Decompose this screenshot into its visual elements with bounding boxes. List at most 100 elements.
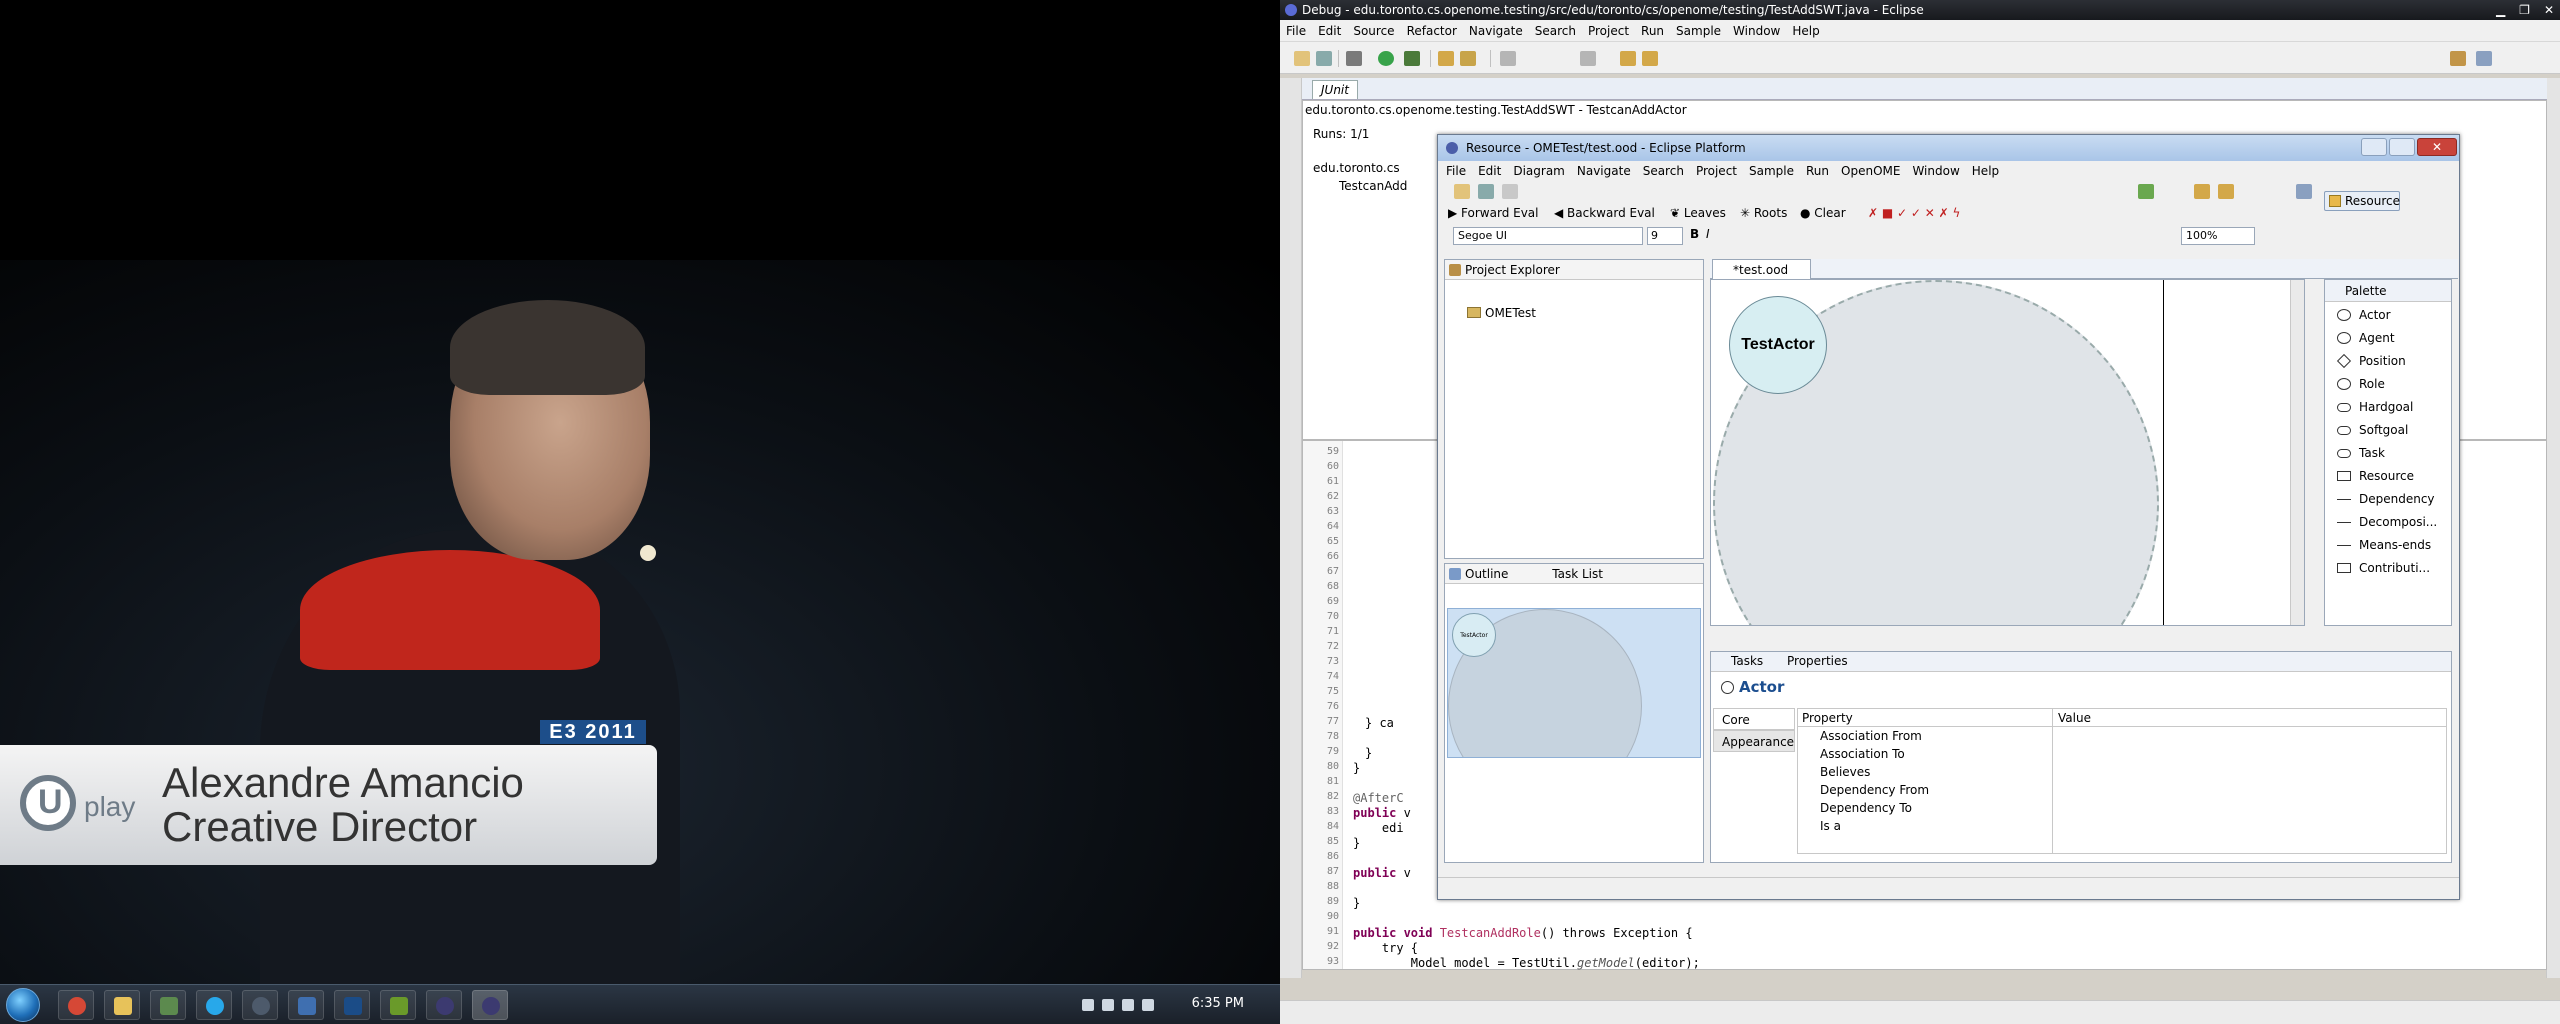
menu-file[interactable]: File (1286, 24, 1306, 38)
menu-project[interactable]: Project (1696, 164, 1737, 178)
eclipse-icon[interactable] (426, 990, 462, 1020)
minimize-icon[interactable]: ▁ (2496, 0, 2505, 20)
menu-edit[interactable]: Edit (1318, 24, 1341, 38)
palette-item-position[interactable]: Position (2325, 350, 2435, 372)
tab-junit[interactable]: JUnit (1312, 80, 1358, 99)
debug-icon[interactable] (1346, 51, 1362, 66)
palette-item-resource[interactable]: Resource (2325, 465, 2435, 487)
menu-window[interactable]: Window (1733, 24, 1780, 38)
menu-diagram[interactable]: Diagram (1513, 164, 1565, 178)
menu-run[interactable]: Run (1641, 24, 1664, 38)
maximize-button[interactable] (2389, 138, 2415, 156)
save-icon[interactable] (1316, 51, 1332, 66)
skype-icon[interactable] (196, 990, 232, 1020)
menu-help[interactable]: Help (1972, 164, 1999, 178)
new-icon[interactable] (1454, 184, 1470, 199)
open-resource-icon[interactable] (1460, 51, 1476, 66)
print-icon[interactable] (1502, 184, 1518, 199)
annotation-icon[interactable] (1500, 51, 1516, 66)
network-icon[interactable] (150, 990, 186, 1020)
italic-icon[interactable]: I (1706, 227, 1710, 241)
menu-help[interactable]: Help (1792, 24, 1819, 38)
palette-item-task[interactable]: Task (2325, 442, 2435, 464)
palette-item-dependency[interactable]: Dependency (2325, 488, 2435, 510)
menu-window[interactable]: Window (1912, 164, 1959, 178)
property-row[interactable]: Dependency To (1820, 801, 1912, 819)
junit-tree-root[interactable]: edu.toronto.cs (1313, 161, 1400, 175)
tray-arrow-icon[interactable] (1082, 999, 1094, 1011)
palette-header[interactable]: Palette (2325, 280, 2451, 302)
tray-app-icon[interactable] (1102, 999, 1114, 1011)
tab-project-explorer[interactable]: Project Explorer (1445, 260, 1703, 280)
menu-search[interactable]: Search (1643, 164, 1684, 178)
section-core[interactable]: Core (1713, 708, 1795, 730)
start-button[interactable] (6, 988, 40, 1022)
tab-outline[interactable]: Outline (1465, 567, 1508, 581)
explorer-icon[interactable] (104, 990, 140, 1020)
zoom-select[interactable]: 100% (2181, 227, 2255, 245)
menu-source[interactable]: Source (1353, 24, 1394, 38)
menu-run[interactable]: Run (1806, 164, 1829, 178)
steam-icon[interactable] (242, 990, 278, 1020)
clock[interactable]: 6:35 PM (1192, 996, 1244, 1011)
palette-item-actor[interactable]: Actor (2325, 304, 2435, 326)
chrome-icon[interactable] (58, 990, 94, 1020)
minimize-button[interactable] (2361, 138, 2387, 156)
palette-item-softgoal[interactable]: Softgoal (2325, 419, 2435, 441)
open-type-icon[interactable] (1438, 51, 1454, 66)
menu-sample[interactable]: Sample (1676, 24, 1721, 38)
volume-icon[interactable] (1142, 999, 1154, 1011)
coverage-icon[interactable] (1404, 51, 1420, 66)
property-row[interactable]: Association To (1820, 747, 1905, 765)
close-icon[interactable]: ✕ (2544, 0, 2554, 20)
new-icon[interactable] (1294, 51, 1310, 66)
menu-openome[interactable]: OpenOME (1841, 164, 1900, 178)
section-appearance[interactable]: Appearance (1713, 730, 1795, 752)
property-row[interactable]: Dependency From (1820, 783, 1929, 801)
junit-tree-child[interactable]: TestcanAdd (1339, 179, 1407, 193)
tray-network-icon[interactable] (1122, 999, 1134, 1011)
perspective-icon[interactable] (2450, 51, 2466, 66)
property-row[interactable]: Association From (1820, 729, 1922, 747)
menu-sample[interactable]: Sample (1749, 164, 1794, 178)
prev-edit-icon[interactable] (1580, 51, 1596, 66)
palette-item-agent[interactable]: Agent (2325, 327, 2435, 349)
menu-navigate[interactable]: Navigate (1577, 164, 1631, 178)
debug-perspective-icon[interactable] (2476, 51, 2492, 66)
tab-properties[interactable]: Properties (1787, 654, 1848, 668)
actor-node[interactable]: TestActor (1729, 296, 1827, 394)
media-icon[interactable] (380, 990, 416, 1020)
forward-icon[interactable] (1642, 51, 1658, 66)
leaves-button[interactable]: ❦ Leaves (1670, 206, 1726, 220)
diagram-canvas[interactable]: TestActor (1710, 279, 2305, 626)
eval-mark-icons[interactable]: ✗ ■ ✓ ✓ ✕ ✗ ϟ (1868, 206, 1960, 220)
palette-item-hardgoal[interactable]: Hardgoal (2325, 396, 2435, 418)
save-icon[interactable] (1478, 184, 1494, 199)
open-perspective-icon[interactable] (2296, 184, 2312, 199)
menu-refactor[interactable]: Refactor (1407, 24, 1457, 38)
diagram-scrollbar[interactable] (2290, 280, 2304, 625)
property-row[interactable]: Believes (1820, 765, 1870, 783)
menu-edit[interactable]: Edit (1478, 164, 1501, 178)
tab-tasks[interactable]: Tasks (1731, 654, 1763, 668)
clear-button[interactable]: ● Clear (1800, 206, 1846, 220)
photoshop-icon[interactable] (334, 990, 370, 1020)
roots-button[interactable]: ✳ Roots (1740, 206, 1787, 220)
palette-item-contributi[interactable]: Contributi... (2325, 557, 2435, 579)
menu-search[interactable]: Search (1535, 24, 1576, 38)
backward-eval-button[interactable]: ◀ Backward Eval (1554, 206, 1655, 220)
tool-icon[interactable] (2218, 184, 2234, 199)
bold-icon[interactable]: B (1690, 227, 1699, 241)
back-icon[interactable] (1620, 51, 1636, 66)
font-size-select[interactable]: 9 (1647, 227, 1683, 245)
palette-item-decomposi[interactable]: Decomposi... (2325, 511, 2437, 533)
eclipse-icon-2[interactable] (472, 990, 508, 1020)
menu-navigate[interactable]: Navigate (1469, 24, 1523, 38)
close-button[interactable]: ✕ (2417, 138, 2457, 156)
forward-eval-button[interactable]: ▶ Forward Eval (1448, 206, 1539, 220)
menu-project[interactable]: Project (1588, 24, 1629, 38)
app-icon[interactable] (288, 990, 324, 1020)
openome-icon[interactable] (2138, 184, 2154, 199)
tab-task-list[interactable]: Task List (1552, 567, 1603, 581)
run-icon[interactable] (1378, 51, 1394, 66)
